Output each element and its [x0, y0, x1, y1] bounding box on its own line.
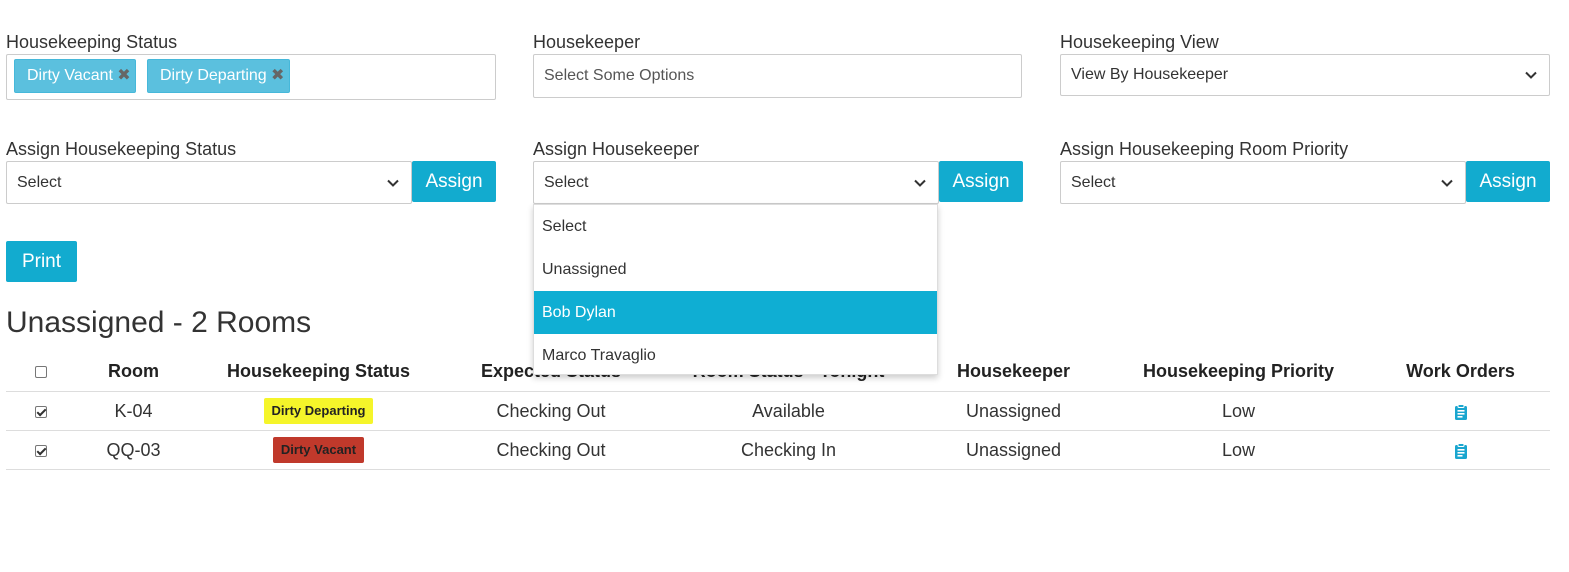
- housekeeper-cell: Unassigned: [921, 391, 1106, 431]
- assign-priority-select[interactable]: Select: [1060, 161, 1466, 204]
- housekeeping-view-select[interactable]: View By Housekeeper: [1060, 54, 1550, 96]
- remove-tag-icon[interactable]: ✖: [113, 60, 135, 92]
- row-checkbox-cell[interactable]: [6, 391, 76, 431]
- housekeeping-view-value: View By Housekeeper: [1071, 66, 1229, 83]
- chevron-down-icon: [387, 179, 399, 187]
- row-checkbox-cell[interactable]: [6, 430, 76, 470]
- expected-status-cell: Checking Out: [446, 391, 656, 431]
- room-status-tonight-cell: Checking In: [656, 430, 921, 470]
- select-all-cell[interactable]: [6, 352, 76, 392]
- room-cell: K-04: [76, 391, 191, 431]
- column-header-housekeeping-status[interactable]: Housekeeping Status: [191, 352, 446, 392]
- priority-cell: Low: [1106, 430, 1371, 470]
- assign-housekeeper-button[interactable]: Assign: [939, 161, 1023, 202]
- clipboard-icon[interactable]: [1454, 403, 1468, 420]
- assign-housekeeper-label: Assign Housekeeper: [533, 139, 700, 159]
- status-cell: Dirty Vacant: [191, 430, 446, 470]
- chevron-down-icon: [1441, 179, 1453, 187]
- housekeeping-status-multiselect[interactable]: Dirty Vacant ✖ Dirty Departing ✖: [6, 54, 496, 100]
- assign-status-button[interactable]: Assign: [412, 161, 496, 202]
- assign-status-value: Select: [17, 174, 62, 191]
- clipboard-icon[interactable]: [1454, 442, 1468, 459]
- dropdown-option-bob-dylan[interactable]: Bob Dylan: [534, 291, 937, 334]
- select-all-checkbox[interactable]: [35, 366, 47, 379]
- table-row: QQ-03 Dirty Vacant Checking Out Checking…: [6, 430, 1550, 470]
- chevron-down-icon: [1525, 71, 1537, 79]
- room-status-tonight-cell: Available: [656, 391, 921, 431]
- assign-status-label: Assign Housekeeping Status: [6, 139, 237, 159]
- section-title: Unassigned - 2 Rooms: [6, 306, 312, 339]
- print-button[interactable]: Print: [6, 241, 77, 282]
- dropdown-option-unassigned[interactable]: Unassigned: [534, 248, 937, 291]
- priority-cell: Low: [1106, 391, 1371, 431]
- assign-priority-label: Assign Housekeeping Room Priority: [1060, 139, 1349, 159]
- housekeeping-view-label: Housekeeping View: [1060, 32, 1219, 52]
- column-header-room[interactable]: Room: [76, 352, 191, 392]
- housekeeper-multiselect[interactable]: Select Some Options: [533, 54, 1022, 98]
- expected-status-cell: Checking Out: [446, 430, 656, 470]
- remove-tag-icon[interactable]: ✖: [267, 60, 289, 92]
- assign-housekeeper-dropdown: Select Unassigned Bob Dylan Marco Travag…: [533, 204, 938, 375]
- status-tag-dirty-departing: Dirty Departing ✖: [147, 59, 290, 93]
- assign-housekeeper-select[interactable]: Select: [533, 161, 939, 204]
- housekeeping-status-label: Housekeeping Status: [6, 32, 178, 52]
- chevron-down-icon: [914, 179, 926, 187]
- assign-status-select[interactable]: Select: [6, 161, 412, 204]
- assign-priority-value: Select: [1071, 174, 1116, 191]
- row-checkbox[interactable]: [35, 444, 47, 457]
- status-tag-label: Dirty Departing: [160, 67, 267, 84]
- status-cell: Dirty Departing: [191, 391, 446, 431]
- assign-housekeeper-value: Select: [544, 174, 589, 191]
- column-header-housekeeping-priority[interactable]: Housekeeping Priority: [1106, 352, 1371, 392]
- status-badge: Dirty Departing: [263, 398, 374, 424]
- work-orders-cell: [1371, 391, 1550, 431]
- housekeeper-cell: Unassigned: [921, 430, 1106, 470]
- status-tag-dirty-vacant: Dirty Vacant ✖: [14, 59, 136, 93]
- dropdown-option-select[interactable]: Select: [534, 205, 937, 248]
- dropdown-option-marco-travaglio[interactable]: Marco Travaglio: [534, 334, 937, 377]
- room-cell: QQ-03: [76, 430, 191, 470]
- housekeeper-label: Housekeeper: [533, 32, 641, 52]
- column-header-work-orders[interactable]: Work Orders: [1371, 352, 1550, 392]
- housekeeper-placeholder: Select Some Options: [544, 67, 695, 84]
- column-header-housekeeper[interactable]: Housekeeper: [921, 352, 1106, 392]
- row-checkbox[interactable]: [35, 405, 47, 418]
- assign-priority-button[interactable]: Assign: [1466, 161, 1550, 202]
- table-row: K-04 Dirty Departing Checking Out Availa…: [6, 391, 1550, 431]
- status-badge: Dirty Vacant: [272, 437, 365, 463]
- work-orders-cell: [1371, 430, 1550, 470]
- status-tag-label: Dirty Vacant: [27, 67, 113, 84]
